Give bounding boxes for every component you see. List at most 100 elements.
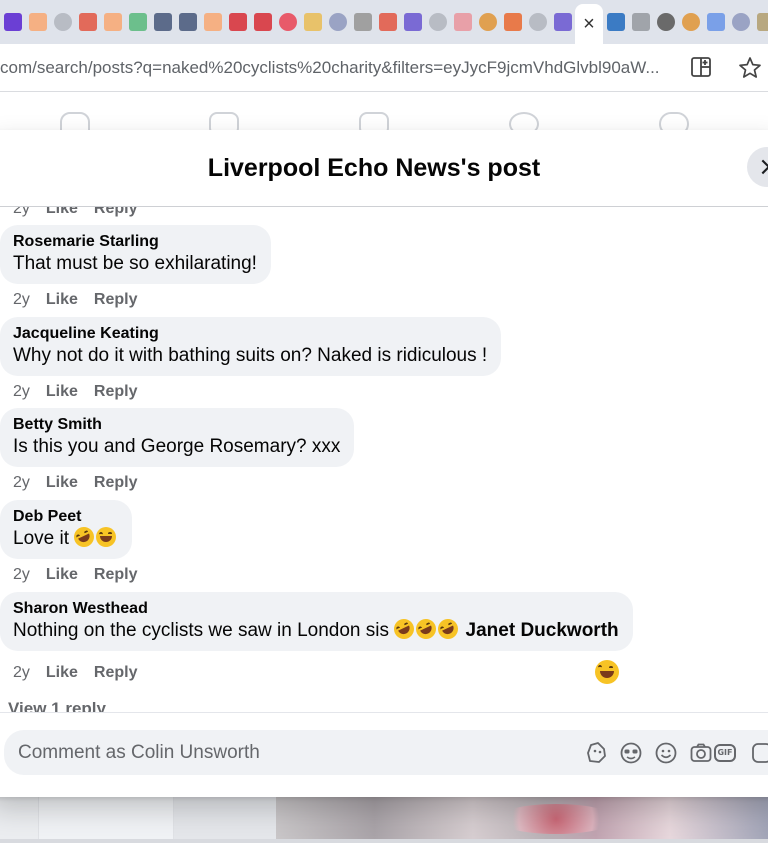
rofl-emoji-icon [390,615,418,643]
shield-tab-icon[interactable] [500,0,525,44]
like-button[interactable]: Like [46,383,78,401]
rofl-emoji-icon [412,615,440,643]
comment-actions: 2y Like Reply [13,566,154,584]
comment-author[interactable]: Jacqueline Keating [13,324,487,344]
comment-age: 2y [13,207,30,217]
app-install-icon[interactable] [689,56,713,80]
reaction-emoji-icon[interactable] [595,660,621,686]
comment-bubble: Betty Smith Is this you and George Rosem… [0,408,355,467]
modal-header: Liverpool Echo News's post × [0,130,768,207]
camera-icon[interactable] [689,741,713,765]
comment-bubble: Jacqueline Keating Why not do it with ba… [0,317,502,376]
comment: Betty Smith Is this you and George Rosem… [0,408,355,467]
comment-text-content: Love it [13,528,69,549]
image-tab-icon[interactable] [753,0,768,44]
gif-icon[interactable]: GIF [714,744,736,762]
mail-tab-icon[interactable] [0,0,25,44]
document-tab-icon[interactable] [200,0,225,44]
grinning-emoji-icon [96,527,117,547]
active-tab-close-icon[interactable]: × [575,4,603,44]
list-tab-icon[interactable] [550,0,575,44]
image-tab-icon[interactable] [300,0,325,44]
url-text[interactable]: com/search/posts?q=naked%20cyclists%20ch… [0,58,672,78]
comment-text: Why not do it with bathing suits on? Nak… [13,345,488,366]
comment: Rosemarie Starling That must be so exhil… [0,225,271,284]
sticker-icon[interactable] [750,741,768,765]
comment-author[interactable]: Rosemarie Starling [13,232,257,252]
document-tab-icon[interactable] [25,0,50,44]
e-tab-icon[interactable] [150,0,175,44]
linkedin-tab-icon[interactable] [603,0,628,44]
globe-tab-icon[interactable] [425,0,450,44]
y-tab-icon[interactable] [275,0,300,44]
comment-text: Love it [13,523,118,551]
reply-button[interactable]: Reply [94,474,138,492]
search-tab-icon[interactable] [728,0,753,44]
app-tab-icon[interactable] [400,0,425,44]
emoji-icon[interactable] [654,741,678,765]
document-tab-icon[interactable] [100,0,125,44]
google-tab-icon[interactable] [475,0,500,44]
reply-button[interactable]: Reply [94,664,138,682]
like-button[interactable]: Like [46,291,78,309]
comment-text: That must be so exhilarating! [13,253,257,274]
globe-tab-icon[interactable] [50,0,75,44]
avatar-sticker-icon[interactable] [585,741,609,765]
e-tab-icon[interactable] [175,0,200,44]
pdf-tab-icon[interactable] [375,0,400,44]
comment-bubble: Deb Peet Love it [0,500,133,559]
bookmark-star-icon[interactable] [738,56,762,80]
url-path: /search/posts?q=naked%20cyclists%20chari… [32,58,660,77]
comment-actions: 2y Like Reply [13,664,154,682]
comment-text-content: Nothing on the cyclists we saw in London… [13,620,389,641]
window-tab-icon[interactable] [628,0,653,44]
comment-actions: 2y Like Reply [13,474,154,492]
pdf-tab-icon[interactable] [75,0,100,44]
comment-actions: 2y Like Reply [13,207,154,218]
avatar-emoji-icon[interactable] [619,741,643,765]
like-button[interactable]: Like [46,207,78,218]
puzzle-tab-icon[interactable] [225,0,250,44]
comments-list: 2y Like Reply Rosemarie Starling That must… [0,207,768,712]
like-button[interactable]: Like [46,566,78,584]
comment-age[interactable]: 2y [13,664,30,682]
comment: Jacqueline Keating Why not do it with ba… [0,317,502,376]
like-button[interactable]: Like [46,474,78,492]
reply-button[interactable]: Reply [94,291,138,309]
seal-tab-icon[interactable] [350,0,375,44]
post-image-preview[interactable] [276,796,768,843]
reply-button[interactable]: Reply [94,207,138,218]
comment-text: Nothing on the cyclists we saw in London… [13,615,619,643]
comment-age[interactable]: 2y [13,566,30,584]
puzzle-tab-icon[interactable] [250,0,275,44]
comment-age[interactable]: 2y [13,291,30,309]
globe-tab-icon[interactable] [525,0,550,44]
gemini-tab-icon[interactable] [703,0,728,44]
calendar-tab-icon[interactable] [450,0,475,44]
divider [0,839,768,843]
grinning-emoji-icon [595,660,619,684]
tree-tab-icon[interactable] [125,0,150,44]
comment: Sharon Westhead Nothing on the cyclists … [0,592,633,651]
openai-tab-icon[interactable] [653,0,678,44]
comment-actions: 2y Like Reply [13,291,154,309]
comment-author[interactable]: Sharon Westhead [13,599,619,619]
tagged-user-link[interactable]: Janet Duckworth [466,620,619,641]
page-backdrop [0,796,768,843]
like-button[interactable]: Like [46,664,78,682]
comment-author[interactable]: Betty Smith [13,415,340,435]
reply-button[interactable]: Reply [94,383,138,401]
comment-composer: Comment as Colin Unsworth GIF [0,712,768,797]
comment-age[interactable]: 2y [13,383,30,401]
view-replies-link[interactable]: View 1 reply [8,699,106,712]
laughing-emoji-icon [70,523,98,551]
search-tab-icon[interactable] [325,0,350,44]
comment-input[interactable]: Comment as Colin Unsworth GIF [4,730,768,775]
comment-age[interactable]: 2y [13,474,30,492]
comment-author[interactable]: Deb Peet [13,507,118,527]
google-tab-icon[interactable] [678,0,703,44]
url-field[interactable]: com/search/posts?q=naked%20cyclists%20ch… [0,50,712,86]
reply-button[interactable]: Reply [94,566,138,584]
comment-placeholder: Comment as Colin Unsworth [18,742,260,763]
comment-bubble: Rosemarie Starling That must be so exhil… [0,225,271,284]
